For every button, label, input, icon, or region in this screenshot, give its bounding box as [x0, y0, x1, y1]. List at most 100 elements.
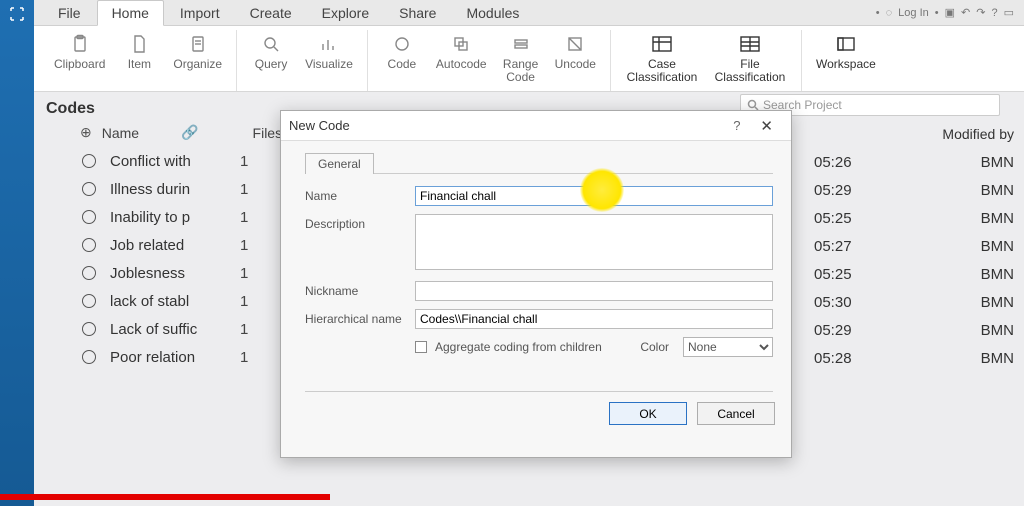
code-name: Inability to p [110, 209, 240, 226]
clipboard-icon [67, 32, 93, 56]
dot-icon: • [876, 7, 880, 19]
color-select[interactable]: None [683, 337, 773, 357]
tab-home[interactable]: Home [97, 0, 164, 26]
aggregate-checkbox[interactable] [415, 341, 427, 353]
video-progress [0, 494, 330, 500]
hierarchical-input [415, 309, 773, 329]
col-files[interactable]: Files [253, 125, 283, 141]
code-files: 1 [240, 349, 280, 366]
tab-modules[interactable]: Modules [452, 1, 533, 25]
window-icon[interactable]: ▭ [1004, 6, 1014, 19]
code-files: 1 [240, 237, 280, 254]
ribbon-clipboard[interactable]: Clipboard [50, 30, 109, 91]
nickname-input[interactable] [415, 281, 773, 301]
table-row[interactable]: 05:29BMN [814, 316, 1014, 344]
table-row[interactable]: 05:26BMN [814, 148, 1014, 176]
app-leftstrip [0, 0, 34, 506]
tab-import[interactable]: Import [166, 1, 234, 25]
tab-create[interactable]: Create [236, 1, 306, 25]
cell-time: 05:28 [814, 350, 852, 367]
label-hierarchical: Hierarchical name [305, 309, 415, 326]
ribbon-rangecode-label: Range Code [503, 58, 538, 84]
add-code-icon[interactable]: ⊕ [80, 124, 92, 141]
table-row[interactable]: 05:25BMN [814, 260, 1014, 288]
login-link[interactable]: Log In [898, 7, 929, 19]
ribbon-autocode[interactable]: Autocode [432, 30, 491, 91]
cancel-button[interactable]: Cancel [697, 402, 775, 425]
grid2-icon [737, 32, 763, 56]
ribbon-caseclass-label: Case Classification [627, 58, 698, 84]
ribbon-organize[interactable]: Organize [169, 30, 226, 91]
workspace-icon [833, 32, 859, 56]
code-files: 1 [240, 209, 280, 226]
code-name: Job related [110, 237, 240, 254]
ribbon-clipboard-label: Clipboard [54, 58, 105, 71]
ribbon-query[interactable]: Query [247, 30, 295, 91]
range-icon [508, 32, 534, 56]
ribbon-visualize[interactable]: Visualize [301, 30, 357, 91]
titlebar-right: • ◌ Log In • ▣ ↶ ↷ ? ▭ [876, 6, 1024, 19]
radio-icon [82, 322, 96, 336]
chart-icon [316, 32, 342, 56]
ribbon-query-label: Query [255, 58, 288, 71]
label-nickname: Nickname [305, 281, 415, 298]
cell-by: BMN [981, 182, 1014, 199]
link-icon: 🔗 [181, 124, 198, 141]
ribbon-case-classification[interactable]: Case Classification [621, 30, 703, 91]
new-code-dialog: New Code ? ✕ General Name Description Ni… [280, 110, 792, 458]
help-icon[interactable]: ? [991, 7, 997, 19]
col-modifiedby[interactable]: Modified by [942, 126, 1014, 142]
user-icon: ◌ [886, 7, 893, 19]
organize-icon [185, 32, 211, 56]
ribbon-code[interactable]: Code [378, 30, 426, 91]
radio-icon [82, 294, 96, 308]
name-input[interactable] [415, 186, 773, 206]
table-row[interactable]: 05:29 BMN [814, 176, 1014, 204]
code-name: Illness durin [110, 181, 240, 198]
cell-time: 05:29 [814, 182, 852, 199]
ribbon-rangecode[interactable]: Range Code [497, 30, 545, 91]
table-row[interactable]: 05:25BMN [814, 204, 1014, 232]
ribbon-uncode[interactable]: Uncode [551, 30, 600, 91]
tab-explore[interactable]: Explore [308, 1, 383, 25]
code-files: 1 [240, 321, 280, 338]
table-row[interactable]: 05:30BMN [814, 288, 1014, 316]
code-files: 1 [240, 153, 280, 170]
cell-time: 05:26 [814, 154, 852, 171]
cell-by: BMN [981, 350, 1014, 367]
radio-icon [82, 182, 96, 196]
save-icon[interactable]: ▣ [945, 6, 955, 19]
radio-icon [82, 210, 96, 224]
dialog-help-icon[interactable]: ? [723, 118, 750, 133]
table-row[interactable]: 05:28 BMN [814, 344, 1014, 372]
expand-icon [9, 6, 25, 22]
cell-by: BMN [981, 266, 1014, 283]
code-name: lack of stabl [110, 293, 240, 310]
sep-icon: • [935, 7, 939, 19]
color-label: Color [640, 340, 669, 354]
dialog-titlebar[interactable]: New Code ? ✕ [281, 111, 791, 141]
dialog-close-icon[interactable]: ✕ [750, 117, 783, 135]
label-name: Name [305, 186, 415, 203]
code-name: Lack of suffic [110, 321, 240, 338]
code-files: 1 [240, 265, 280, 282]
code-name: Poor relation [110, 349, 240, 366]
aggregate-label: Aggregate coding from children [435, 340, 602, 354]
undo-icon[interactable]: ↶ [961, 6, 970, 19]
code-files: 1 [240, 181, 280, 198]
file-icon [126, 32, 152, 56]
tab-file[interactable]: File [44, 1, 95, 25]
dialog-title: New Code [289, 118, 350, 133]
ribbon-file-classification[interactable]: File Classification [709, 30, 791, 91]
ribbon-item[interactable]: Item [115, 30, 163, 91]
tab-share[interactable]: Share [385, 1, 450, 25]
dialog-tab-general[interactable]: General [305, 153, 374, 174]
redo-icon[interactable]: ↷ [976, 6, 985, 19]
description-input[interactable] [415, 214, 773, 270]
col-name[interactable]: Name [102, 125, 139, 141]
radio-icon [82, 350, 96, 364]
table-row[interactable]: 05:27BMN [814, 232, 1014, 260]
ribbon-workspace[interactable]: Workspace [812, 30, 880, 91]
radio-icon [82, 154, 96, 168]
ok-button[interactable]: OK [609, 402, 687, 425]
